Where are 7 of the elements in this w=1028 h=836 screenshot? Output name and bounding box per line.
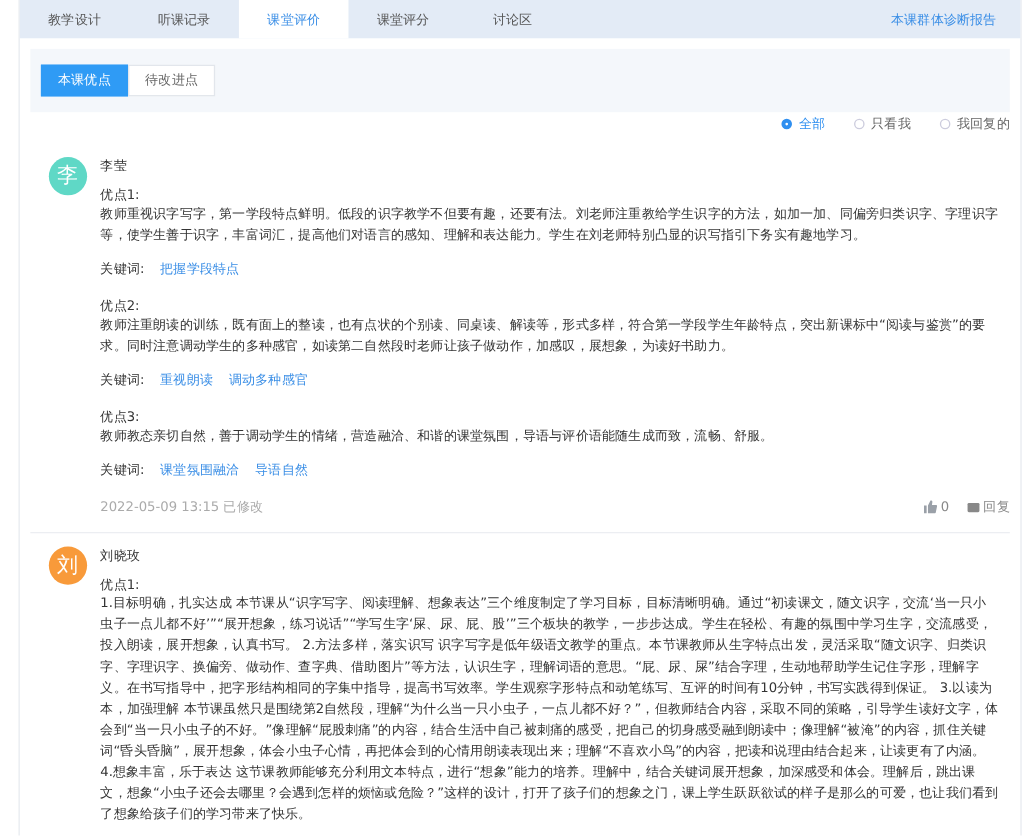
comment-icon[interactable]	[967, 502, 980, 512]
radio-button[interactable]	[781, 118, 792, 130]
radio-button[interactable]	[854, 118, 865, 130]
avatar: 李	[48, 157, 88, 196]
radio-button[interactable]	[939, 118, 951, 130]
avatar: 刘	[48, 546, 88, 585]
thumbs-up-icon[interactable]	[923, 500, 937, 514]
